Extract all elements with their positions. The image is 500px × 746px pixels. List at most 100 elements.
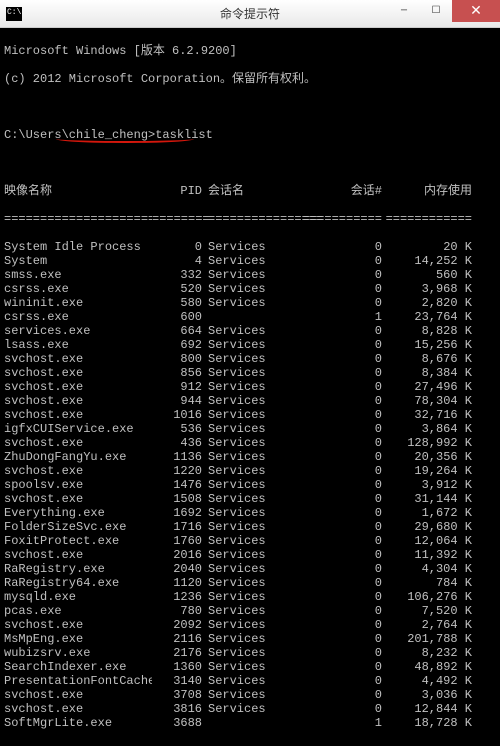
proc-pid: 2092 <box>152 618 202 632</box>
proc-session-num: 0 <box>270 618 382 632</box>
proc-name: wubizsrv.exe <box>4 646 152 660</box>
table-row: svchost.exe800Services08,676 K <box>4 352 496 366</box>
proc-pid: 1016 <box>152 408 202 422</box>
proc-memory: 8,676 K <box>382 352 472 366</box>
proc-memory: 3,968 K <box>382 282 472 296</box>
proc-pid: 536 <box>152 422 202 436</box>
proc-memory: 106,276 K <box>382 590 472 604</box>
proc-pid: 4 <box>152 254 202 268</box>
proc-name: svchost.exe <box>4 436 152 450</box>
table-row: svchost.exe1508Services031,144 K <box>4 492 496 506</box>
prompt-line: C:\Users\chile_cheng>tasklist <box>4 128 496 142</box>
table-row: lsass.exe692Services015,256 K <box>4 338 496 352</box>
proc-session-num: 0 <box>270 492 382 506</box>
proc-memory: 32,716 K <box>382 408 472 422</box>
proc-session <box>202 310 270 324</box>
table-row: svchost.exe3708Services03,036 K <box>4 688 496 702</box>
proc-memory: 4,492 K <box>382 674 472 688</box>
proc-session-num: 0 <box>270 408 382 422</box>
proc-name: csrss.exe <box>4 282 152 296</box>
terminal-output[interactable]: Microsoft Windows [版本 6.2.9200] (c) 2012… <box>0 28 500 746</box>
proc-name: Everything.exe <box>4 506 152 520</box>
table-row: svchost.exe2016Services011,392 K <box>4 548 496 562</box>
proc-name: csrss.exe <box>4 310 152 324</box>
proc-session-num: 0 <box>270 338 382 352</box>
proc-session-num: 1 <box>270 716 382 730</box>
proc-session-num: 0 <box>270 534 382 548</box>
cmd-icon <box>6 7 22 21</box>
table-row: MsMpEng.exe2116Services0201,788 K <box>4 632 496 646</box>
proc-pid: 580 <box>152 296 202 310</box>
proc-session <box>202 716 270 730</box>
proc-pid: 520 <box>152 282 202 296</box>
proc-memory: 4,304 K <box>382 562 472 576</box>
proc-name: System Idle Process <box>4 240 152 254</box>
proc-session-num: 0 <box>270 296 382 310</box>
proc-session: Services <box>202 296 270 310</box>
table-row: igfxCUIService.exe536Services03,864 K <box>4 422 496 436</box>
maximize-button[interactable]: ☐ <box>420 0 452 22</box>
proc-memory: 31,144 K <box>382 492 472 506</box>
close-button[interactable]: ✕ <box>452 0 500 22</box>
proc-pid: 1136 <box>152 450 202 464</box>
proc-pid: 944 <box>152 394 202 408</box>
proc-memory: 8,828 K <box>382 324 472 338</box>
window-controls: ─ ☐ ✕ <box>388 0 500 27</box>
proc-session-num: 0 <box>270 506 382 520</box>
table-row: svchost.exe856Services08,384 K <box>4 366 496 380</box>
proc-memory: 8,384 K <box>382 366 472 380</box>
proc-session: Services <box>202 254 270 268</box>
proc-pid: 1120 <box>152 576 202 590</box>
proc-memory: 560 K <box>382 268 472 282</box>
proc-memory: 20,356 K <box>382 450 472 464</box>
header-row: 映像名称PID会话名会话#内存使用 <box>4 184 496 198</box>
proc-memory: 29,680 K <box>382 520 472 534</box>
proc-session: Services <box>202 646 270 660</box>
proc-name: svchost.exe <box>4 548 152 562</box>
proc-pid: 3688 <box>152 716 202 730</box>
proc-session-num: 0 <box>270 604 382 618</box>
proc-session: Services <box>202 324 270 338</box>
proc-session: Services <box>202 492 270 506</box>
proc-memory: 20 K <box>382 240 472 254</box>
proc-name: svchost.exe <box>4 394 152 408</box>
header-session-num: 会话# <box>270 184 382 198</box>
minimize-button[interactable]: ─ <box>388 0 420 22</box>
proc-memory: 19,264 K <box>382 464 472 478</box>
proc-session-num: 0 <box>270 450 382 464</box>
proc-pid: 1508 <box>152 492 202 506</box>
proc-pid: 332 <box>152 268 202 282</box>
table-row: spoolsv.exe1476Services03,912 K <box>4 478 496 492</box>
proc-session: Services <box>202 590 270 604</box>
proc-memory: 2,764 K <box>382 618 472 632</box>
proc-session: Services <box>202 520 270 534</box>
proc-name: RaRegistry.exe <box>4 562 152 576</box>
proc-session: Services <box>202 380 270 394</box>
table-row: svchost.exe3816Services012,844 K <box>4 702 496 716</box>
proc-pid: 1220 <box>152 464 202 478</box>
proc-pid: 3140 <box>152 674 202 688</box>
proc-memory: 14,252 K <box>382 254 472 268</box>
proc-memory: 27,496 K <box>382 380 472 394</box>
table-row: svchost.exe436Services0128,992 K <box>4 436 496 450</box>
proc-name: svchost.exe <box>4 688 152 702</box>
proc-session: Services <box>202 534 270 548</box>
table-row: SoftMgrLite.exe3688118,728 K <box>4 716 496 730</box>
table-row: wininit.exe580Services02,820 K <box>4 296 496 310</box>
proc-session: Services <box>202 674 270 688</box>
table-row: RaRegistry64.exe1120Services0784 K <box>4 576 496 590</box>
proc-pid: 1692 <box>152 506 202 520</box>
proc-memory: 2,820 K <box>382 296 472 310</box>
proc-session-num: 0 <box>270 646 382 660</box>
proc-name: ZhuDongFangYu.exe <box>4 450 152 464</box>
proc-memory: 1,672 K <box>382 506 472 520</box>
proc-session: Services <box>202 436 270 450</box>
table-row: svchost.exe1220Services019,264 K <box>4 464 496 478</box>
proc-pid: 664 <box>152 324 202 338</box>
proc-session: Services <box>202 450 270 464</box>
table-row: csrss.exe600123,764 K <box>4 310 496 324</box>
proc-memory: 201,788 K <box>382 632 472 646</box>
proc-name: igfxCUIService.exe <box>4 422 152 436</box>
proc-pid: 780 <box>152 604 202 618</box>
proc-session: Services <box>202 240 270 254</box>
